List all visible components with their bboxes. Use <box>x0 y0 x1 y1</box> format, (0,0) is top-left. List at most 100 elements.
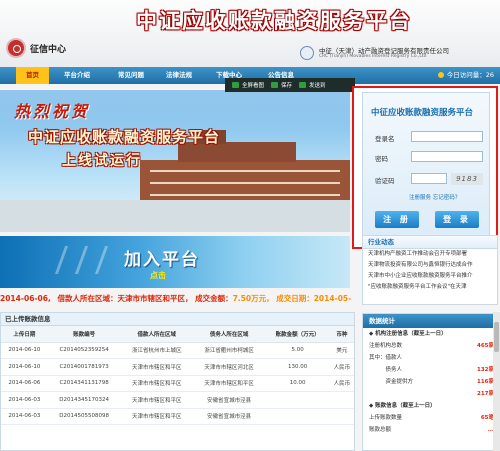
send-to-button[interactable]: 发送到 <box>299 81 326 89</box>
hero-banner[interactable]: 热烈祝贺 中证应收账款融资服务平台 上线试运行 <box>0 90 350 232</box>
stat-row: 其中：借款人 <box>363 352 497 364</box>
cell-currency <box>329 391 354 409</box>
save-icon <box>271 82 279 88</box>
ticker-amount-label: 成交金额： <box>195 294 233 303</box>
login-links: 注册服务 忘记密码？ <box>409 193 460 201</box>
cell-id: C2014052359254 <box>47 342 121 359</box>
forgot-password-link[interactable]: 忘记密码？ <box>433 195 461 201</box>
captcha-label: 验证码 <box>375 177 395 185</box>
ticker-date: 2014-06-06, <box>0 294 51 303</box>
cell-debtor: 安徽省宣城市泾县 <box>192 391 266 409</box>
visit-dot-icon <box>437 72 444 78</box>
news-item[interactable]: "应收账款融资服务平台工作会议"在天津 <box>363 282 497 293</box>
cell-amount: 5.00 <box>265 342 330 359</box>
register-service-link[interactable]: 注册服务 <box>409 195 431 201</box>
cell-id: D2014345170324 <box>47 391 121 409</box>
panel-title: 已上传账款信息 <box>1 313 354 326</box>
stat-key: 注册机构总数 <box>369 343 403 349</box>
send-label: 发送到 <box>309 83 326 89</box>
table-row[interactable]: 2014-06-10 C2014052359254 浙江省杭州市上城区 浙江省衢… <box>1 342 354 359</box>
register-button[interactable]: 注 册 <box>375 211 419 228</box>
cell-id: D2014505508098 <box>47 408 121 425</box>
cell-borrower: 天津市市辖区和平区 <box>120 408 193 425</box>
col-amount: 账款金额（万元） <box>265 326 330 343</box>
banner-title: 中证应收账款融资服务平台 <box>136 9 412 33</box>
username-label: 登录名 <box>375 135 395 143</box>
password-label: 密码 <box>375 155 388 163</box>
login-form: 中征应收账款融资服务平台 登录名 密码 验证码 9183 注册服务 忘记密码？ … <box>362 92 490 236</box>
logo-text: 征信中心 <box>30 45 67 55</box>
stat-row: 注册机构总数 465家 <box>363 340 497 352</box>
stat-key: 账款总额 <box>369 427 392 433</box>
stat-row: 债务人 132家 <box>363 364 497 376</box>
nav-laws[interactable]: 法律法规 <box>166 67 192 84</box>
hero-title: 中证应收账款融资服务平台 <box>28 128 221 146</box>
stat-row: 账款总额... <box>363 424 497 436</box>
fullscreen-icon <box>232 82 239 88</box>
credit-center-logo[interactable]: 征信中心 <box>6 36 68 62</box>
table-row[interactable]: 2014-06-10 C2014001781973 天津市市辖区和平区 天津市市… <box>1 358 354 376</box>
nav-platform-intro[interactable]: 平台介绍 <box>64 67 90 84</box>
cell-debtor: 安徽省宣城市泾县 <box>192 408 266 425</box>
receivables-table: 上传日期 账款编号 借款人所在区域 债务人所在区域 账款金额（万元） 币种 20… <box>1 326 354 425</box>
cell-borrower: 天津市市辖区和平区 <box>120 358 193 376</box>
captcha-input[interactable] <box>411 173 447 184</box>
login-button[interactable]: 登 录 <box>435 211 479 228</box>
cell-date: 2014-06-03 <box>1 391 48 409</box>
stats-title: 数据统计 <box>363 314 497 328</box>
news-item[interactable]: 天津机构产融资工作推动会召开专项部署 <box>363 249 497 260</box>
captcha-image[interactable]: 9183 <box>451 173 483 185</box>
scrollbar-thumb[interactable] <box>494 322 499 352</box>
stat-row: 上传账款数量 65笔 <box>363 412 497 424</box>
stat-value: 465家 <box>477 343 494 349</box>
cell-amount <box>265 391 330 409</box>
cell-amount <box>265 408 330 425</box>
cell-id: C2014341131798 <box>47 375 121 392</box>
cell-borrower: 天津市市辖区和平区 <box>120 375 193 392</box>
col-upload-date: 上传日期 <box>1 326 48 343</box>
news-item[interactable]: 天津市中小企业应收账款融资服务平台推介 <box>363 271 497 282</box>
stats-section-org: ◆ 机构注册信息（截至上一日） <box>363 328 497 340</box>
registry-logo: 中征（天津）动产融资登记服务有限责任公司 CRC (Tianjin) Movab… <box>300 44 496 62</box>
stats-section-receivables: ◆ 账款信息（截至上一日） <box>363 400 497 412</box>
table-header-row: 上传日期 账款编号 借款人所在区域 债务人所在区域 账款金额（万元） 币种 <box>1 326 354 343</box>
cell-borrower: 浙江省杭州市上城区 <box>120 342 193 359</box>
stat-value: 116家 <box>477 379 494 385</box>
registry-mark-icon <box>300 46 314 60</box>
cell-borrower: 天津市市辖区和平区 <box>120 391 193 409</box>
password-input[interactable] <box>411 151 483 162</box>
banner-streak <box>54 246 69 274</box>
cell-date: 2014-06-10 <box>1 342 48 359</box>
page-scrollbar[interactable] <box>493 312 500 451</box>
join-click-text: 点击 <box>150 271 166 280</box>
news-item[interactable]: 天津物流投资有限公司与鑫恒银行达成合作 <box>363 260 497 271</box>
login-title: 中征应收账款融资服务平台 <box>371 108 474 118</box>
save-image-button[interactable]: 保存 <box>271 81 292 89</box>
username-input[interactable] <box>411 131 483 142</box>
cell-date: 2014-06-06 <box>1 375 48 392</box>
nav-faq[interactable]: 常见问题 <box>118 67 144 84</box>
nav-home[interactable]: 首页 <box>16 67 49 84</box>
site-header: 征信中心 中证应收账款融资服务平台 中征（天津）动产融资登记服务有限责任公司 C… <box>0 0 500 67</box>
cell-date: 2014-06-03 <box>1 408 48 425</box>
col-receivable-id: 账款编号 <box>47 326 121 343</box>
ticker-date-label: 成交日期： <box>276 294 314 303</box>
banner-streak <box>74 246 89 274</box>
cell-debtor: 浙江省衢州市柯城区 <box>192 342 266 359</box>
cell-id: C2014001781973 <box>47 358 121 376</box>
table-row[interactable]: 2014-06-03 D2014345170324 天津市市辖区和平区 安徽省宣… <box>1 391 354 409</box>
window-row <box>150 182 340 184</box>
cell-date: 2014-06-10 <box>1 358 48 376</box>
cell-currency: 人民币 <box>329 375 354 392</box>
col-currency: 币种 <box>329 326 354 343</box>
stat-value: 217家 <box>477 391 494 397</box>
table-row[interactable]: 2014-06-03 D2014505508098 天津市市辖区和平区 安徽省宣… <box>1 408 354 425</box>
stat-key: 债务人 <box>369 367 403 373</box>
fullscreen-button[interactable]: 全屏看图 <box>232 81 264 89</box>
cell-amount: 130.00 <box>265 358 330 376</box>
join-platform-banner[interactable]: 加入平台 点击 <box>0 236 350 288</box>
hero-greeting: 热烈祝贺 <box>14 102 91 121</box>
cell-debtor: 天津市市辖区和平区 <box>192 375 266 392</box>
table-row[interactable]: 2014-06-06 C2014341131798 天津市市辖区和平区 天津市市… <box>1 375 354 392</box>
credit-center-seal-icon <box>6 38 26 58</box>
